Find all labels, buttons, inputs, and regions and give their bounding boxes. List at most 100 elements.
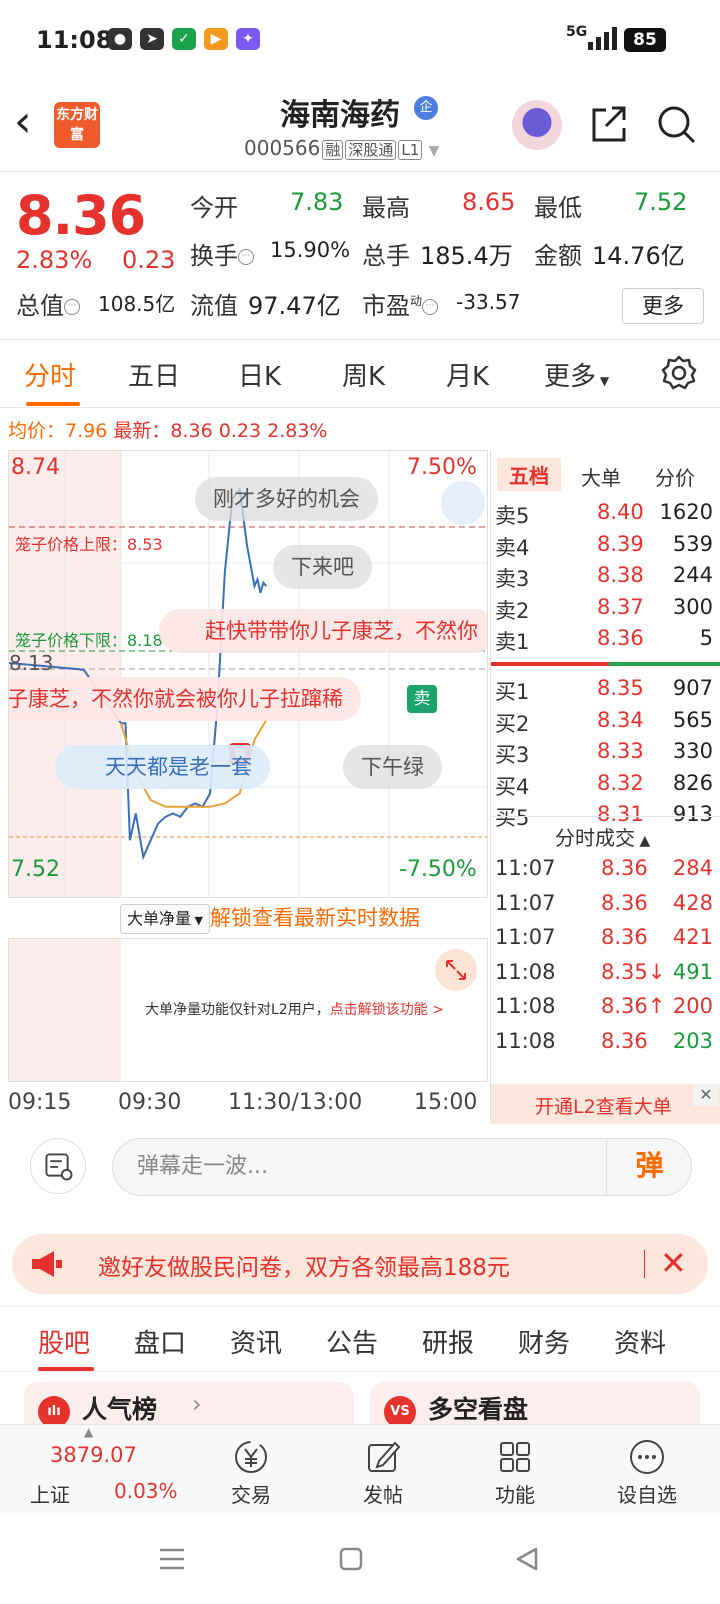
feature-cards: ılı 人气榜 › VS 多空看盘 <box>0 1380 720 1424</box>
danmu-bubble[interactable]: 天天都是老一套 <box>55 745 270 789</box>
tab-price-distribution[interactable]: 分价 <box>655 462 695 491</box>
trade-price: 8.36 <box>601 1028 648 1053</box>
level-volume: 539 <box>672 531 713 556</box>
trades-title[interactable]: 分时成交 ▲ <box>555 822 650 851</box>
search-icon[interactable] <box>656 104 698 146</box>
level-label: 卖4 <box>495 535 530 560</box>
popularity-card[interactable]: ılı 人气榜 › <box>24 1382 354 1424</box>
bid-row[interactable]: 买1 8.35 907 <box>495 676 717 708</box>
level-volume: 5 <box>699 626 713 650</box>
avg-value: 7.96 <box>65 420 108 442</box>
level-volume: 244 <box>672 563 713 587</box>
amount-label: 金额 <box>534 242 582 270</box>
net-flow-select[interactable]: 大单净量 ▼ <box>120 904 210 934</box>
level-price: 8.39 <box>597 531 644 556</box>
ask-row[interactable]: 卖1 8.36 5 <box>495 626 717 658</box>
tab-more[interactable]: 更多 ▼ <box>544 356 609 393</box>
tab-financials[interactable]: 财务 <box>518 1323 570 1360</box>
high-value: 8.65 <box>462 188 516 216</box>
danmu-bubble[interactable]: 下来吧 <box>273 545 372 589</box>
bottom-nav: ▲ 3879.07 上证 0.03% 交易 发帖 功能 设自选 <box>0 1424 720 1516</box>
level-volume: 1620 <box>659 500 713 524</box>
tab-forum[interactable]: 股吧 <box>38 1323 90 1360</box>
tab-market-depth[interactable]: 盘口 <box>134 1323 186 1360</box>
tab-daily-k[interactable]: 日K <box>238 356 281 393</box>
ai-assistant-icon[interactable] <box>512 100 562 150</box>
level-price: 8.34 <box>597 707 644 732</box>
expand-icon[interactable] <box>435 949 477 991</box>
level-label: 买4 <box>495 774 530 799</box>
l2-promo-text: 开通L2查看大单 <box>535 1096 672 1118</box>
gear-icon[interactable] <box>660 354 698 392</box>
level-volume: 826 <box>672 770 713 795</box>
close-icon[interactable]: ✕ <box>660 1244 687 1282</box>
clock: 11:08 <box>36 26 113 54</box>
nav-add-watchlist[interactable]: 设自选 <box>602 1433 692 1513</box>
bid-row[interactable]: 买3 8.33 330 <box>495 739 717 771</box>
tab-monthly-k[interactable]: 月K <box>446 356 489 393</box>
level-label: 买3 <box>495 743 530 767</box>
intraday-chart[interactable]: 8.74 7.52 7.50% -7.50% 8.13 笼子价格上限：8.53 … <box>8 450 488 898</box>
promo-banner[interactable]: 邀好友做股民问卷，双方各领最高188元 ✕ <box>12 1234 708 1294</box>
ask-row[interactable]: 卖3 8.38 244 <box>495 563 717 595</box>
danmu-send-button[interactable]: 弹 <box>606 1138 692 1196</box>
share-icon[interactable] <box>590 104 628 144</box>
level-label: 卖3 <box>495 567 530 591</box>
danmu-input[interactable]: 弹幕走一波... <box>112 1138 692 1196</box>
nav-trade[interactable]: 交易 <box>206 1433 296 1513</box>
amount-value: 14.76亿 <box>592 242 685 270</box>
home-icon[interactable] <box>338 1546 364 1572</box>
tab-five-levels[interactable]: 五档 <box>497 458 561 491</box>
low-label: 最低 <box>534 194 582 222</box>
danmu-bubble[interactable]: 赶快带带你儿子康芝，不然你 <box>159 609 487 653</box>
tab-intraday[interactable]: 分时 <box>24 356 76 393</box>
sell-tag-icon: 卖 <box>407 685 437 713</box>
trade-time: 11:08 <box>495 959 556 984</box>
yen-exchange-icon <box>235 1441 267 1473</box>
unlock-feature-link[interactable]: 点击解锁该功能 > <box>330 1002 444 1018</box>
tab-weekly-k[interactable]: 周K <box>342 356 385 393</box>
open-value: 7.83 <box>290 188 344 216</box>
tab-announcements[interactable]: 公告 <box>326 1323 378 1360</box>
turnover-label[interactable]: 换手 ··· <box>190 236 254 271</box>
ask-row[interactable]: 卖5 8.40 1620 <box>495 500 717 532</box>
trade-time: 11:08 <box>495 994 556 1018</box>
tab-news[interactable]: 资讯 <box>230 1323 282 1360</box>
bull-bear-card[interactable]: VS 多空看盘 <box>370 1382 700 1424</box>
danmu-bubble[interactable]: 子康芝，不然你就会被你儿子拉蹿稀 <box>9 677 361 721</box>
l2-promo-bar[interactable]: 开通L2查看大单 ✕ <box>491 1084 720 1124</box>
stock-code-line[interactable]: 000566 融深股通 L1 ▼ <box>244 136 439 160</box>
app-logo: 东方财富 <box>54 102 100 148</box>
danmu-bubble[interactable]: 刚才多好的机会 <box>195 477 378 521</box>
close-icon[interactable]: ✕ <box>693 1084 719 1106</box>
ask-row[interactable]: 卖4 8.39 539 <box>495 532 717 564</box>
y-axis-top-price: 8.74 <box>11 455 60 480</box>
tab-profile[interactable]: 资料 <box>614 1323 666 1360</box>
back-icon[interactable] <box>514 1546 540 1572</box>
tag-level: L1 <box>398 140 423 160</box>
level-label: 卖2 <box>495 598 530 623</box>
unlock-link[interactable]: 解锁查看最新实时数据 <box>210 902 420 932</box>
danmu-settings-icon[interactable] <box>30 1138 86 1194</box>
volume-value: 185.4万 <box>420 242 513 270</box>
last-price: 8.36 <box>16 184 146 247</box>
nav-functions[interactable]: 功能 <box>470 1433 560 1513</box>
pre-market-shade <box>9 939 121 1081</box>
bid-row[interactable]: 买2 8.34 565 <box>495 708 717 740</box>
mktcap-label[interactable]: 总值 ··· <box>16 286 80 321</box>
more-button[interactable]: 更多 <box>622 288 704 324</box>
vs-icon: VS <box>384 1396 416 1424</box>
tab-large-orders[interactable]: 大单 <box>581 462 621 491</box>
ask-row[interactable]: 卖2 8.37 300 <box>495 595 717 627</box>
card-title: 多空看盘 <box>428 1395 529 1424</box>
danmu-bubble[interactable]: 下午绿 <box>343 745 442 789</box>
tab-five-day[interactable]: 五日 <box>128 356 180 393</box>
nav-post[interactable]: 发帖 <box>338 1433 428 1513</box>
signal-icon <box>588 26 617 50</box>
menu-icon[interactable] <box>158 1546 186 1572</box>
tab-research[interactable]: 研报 <box>422 1323 474 1360</box>
bid-row[interactable]: 买4 8.32 826 <box>495 771 717 803</box>
pe-label[interactable]: 市盈动 ··· <box>362 286 439 321</box>
latest-change: 0.23 <box>218 420 262 442</box>
back-arrow-icon[interactable]: ‹ <box>14 100 48 146</box>
